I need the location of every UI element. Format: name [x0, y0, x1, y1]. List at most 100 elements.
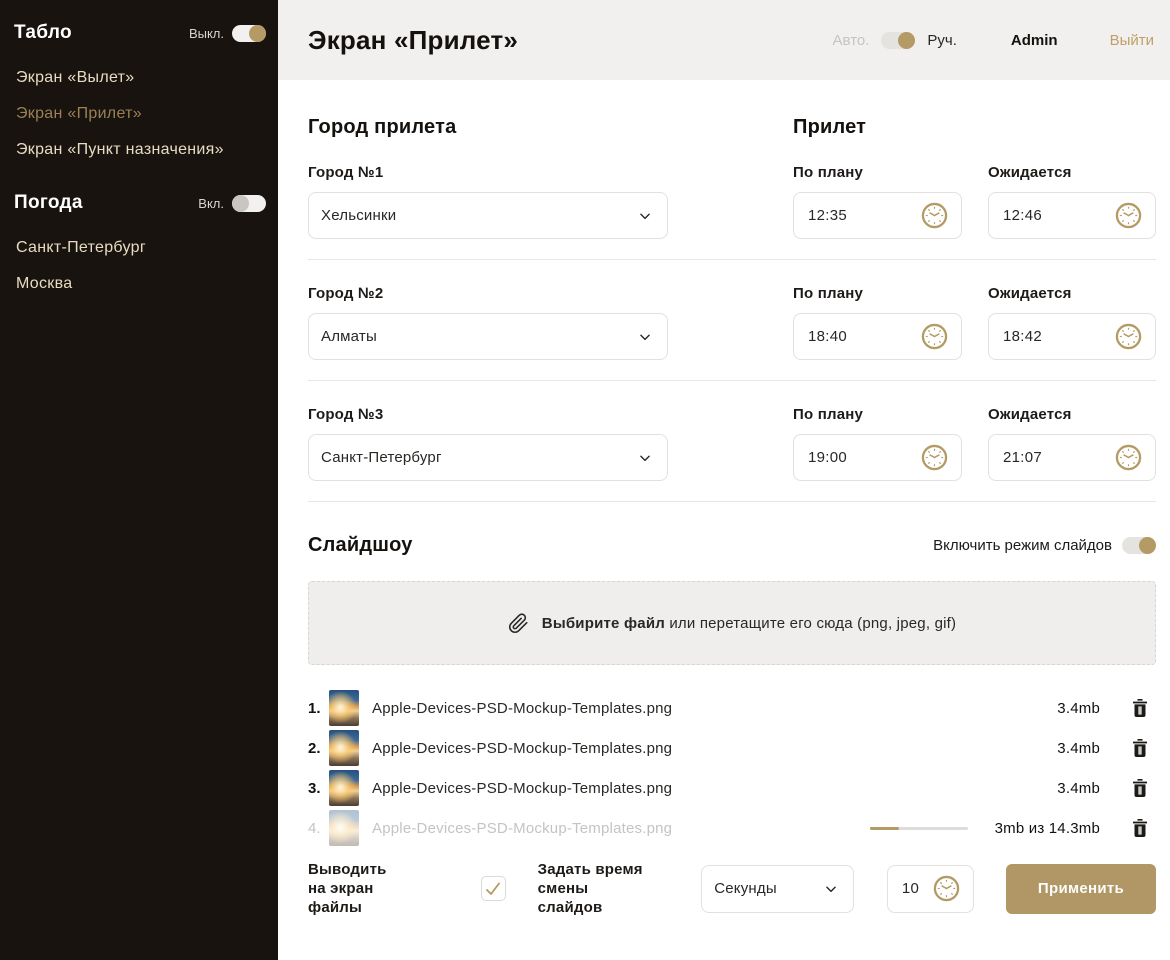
- expected1-label: Ожидается: [988, 164, 1156, 181]
- checkmark-icon: [485, 881, 501, 897]
- sidebar: Табло Выкл. Экран «Вылет» Экран «Прилет»…: [0, 0, 278, 960]
- logout-link[interactable]: Выйти: [1110, 32, 1154, 49]
- file-thumbnail: [329, 810, 359, 846]
- file-size: 3.4mb: [1057, 780, 1100, 797]
- plan2-label: По плану: [793, 285, 962, 302]
- time-unit-select[interactable]: Секунды: [701, 865, 854, 913]
- trash-icon[interactable]: [1132, 779, 1148, 797]
- trash-icon[interactable]: [1132, 699, 1148, 717]
- arrival-row-2: Город №2 Алматы По плану 18:40 Ожидается…: [308, 260, 1156, 380]
- slideshow-controls: Выводить на экран файлы Задать время сме…: [308, 860, 1156, 917]
- city3-select[interactable]: Санкт-Петербург: [308, 434, 668, 481]
- expected3-time-input[interactable]: 21:07: [988, 434, 1156, 481]
- clock-icon: [1115, 444, 1142, 471]
- city1-select[interactable]: Хельсинки: [308, 192, 668, 239]
- plan3-time-input[interactable]: 19:00: [793, 434, 962, 481]
- mode-auto-label: Авто.: [833, 32, 870, 49]
- expected1-value: 12:46: [1003, 207, 1042, 224]
- file-name: Apple-Devices-PSD-Mockup-Templates.png: [372, 780, 1057, 797]
- chevron-down-icon: [638, 451, 652, 465]
- chevron-down-icon: [824, 882, 838, 896]
- page-title: Экран «Прилет»: [308, 25, 518, 56]
- file-list: 1. Apple-Devices-PSD-Mockup-Templates.pn…: [308, 688, 1156, 848]
- paperclip-icon: [508, 613, 529, 634]
- dropzone-text-rest: или перетащите его сюда (png, jpeg, gif): [669, 615, 956, 632]
- topbar: Экран «Прилет» Авто. Руч. Admin Выйти: [278, 0, 1170, 80]
- sidebar-item-saint-petersburg[interactable]: Санкт-Петербург: [14, 230, 266, 266]
- expected2-value: 18:42: [1003, 328, 1042, 345]
- expected3-label: Ожидается: [988, 406, 1156, 423]
- file-row-4-uploading: 4. Apple-Devices-PSD-Mockup-Templates.pn…: [308, 808, 1156, 848]
- expected2-time-input[interactable]: 18:42: [988, 313, 1156, 360]
- sidebar-weather-header: Погода Вкл.: [14, 192, 266, 214]
- file-size: 3.4mb: [1057, 740, 1100, 757]
- board-toggle-knob: [249, 25, 266, 42]
- mode-toggle[interactable]: [881, 32, 915, 49]
- file-thumbnail: [329, 730, 359, 766]
- city2-value: Алматы: [321, 328, 377, 345]
- plan1-value: 12:35: [808, 207, 847, 224]
- slideshow-heading: Слайдшоу: [308, 534, 413, 557]
- upload-progress-bar: [870, 827, 968, 830]
- expected1-time-input[interactable]: 12:46: [988, 192, 1156, 239]
- arrival-row-3: Город №3 Санкт-Петербург По плану 19:00 …: [308, 381, 1156, 501]
- expected3-value: 21:07: [1003, 449, 1042, 466]
- file-upload-size: 3mb из 14.3mb: [995, 820, 1100, 837]
- file-thumbnail: [329, 690, 359, 726]
- slideshow-toggle[interactable]: [1122, 537, 1156, 554]
- upload-progress-fill: [870, 827, 899, 830]
- board-toggle-label: Выкл.: [189, 26, 224, 41]
- city2-select[interactable]: Алматы: [308, 313, 668, 360]
- file-row-3: 3. Apple-Devices-PSD-Mockup-Templates.pn…: [308, 768, 1156, 808]
- arrival-row-1: Город №1 Хельсинки По плану 12:35 Ожидае…: [308, 139, 1156, 259]
- city3-label: Город №3: [308, 406, 668, 423]
- plan1-label: По плану: [793, 164, 962, 181]
- trash-icon[interactable]: [1132, 739, 1148, 757]
- arrival-city-heading: Город прилета: [308, 116, 456, 138]
- time-unit-value: Секунды: [714, 880, 777, 897]
- file-name: Apple-Devices-PSD-Mockup-Templates.png: [372, 700, 1057, 717]
- apply-button[interactable]: Применить: [1006, 864, 1156, 914]
- trash-icon[interactable]: [1132, 819, 1148, 837]
- file-thumbnail: [329, 770, 359, 806]
- file-number: 3.: [308, 780, 329, 797]
- plan1-time-input[interactable]: 12:35: [793, 192, 962, 239]
- display-files-label: Выводить на экран файлы: [308, 860, 421, 917]
- weather-toggle-knob: [232, 195, 249, 212]
- sidebar-board-title: Табло: [14, 22, 72, 44]
- sidebar-item-departure-screen[interactable]: Экран «Вылет»: [14, 60, 266, 96]
- city3-value: Санкт-Петербург: [321, 449, 442, 466]
- interval-input[interactable]: 10: [887, 865, 974, 913]
- board-toggle[interactable]: [232, 25, 266, 42]
- weather-toggle[interactable]: [232, 195, 266, 212]
- arrival-heading: Прилет: [793, 116, 866, 138]
- dropzone-text: Выбирите файл или перетащите его сюда (p…: [542, 615, 956, 632]
- mode-manual-label: Руч.: [927, 32, 957, 49]
- clock-icon: [921, 202, 948, 229]
- display-files-checkbox[interactable]: [481, 876, 506, 901]
- plan3-value: 19:00: [808, 449, 847, 466]
- sidebar-board-header: Табло Выкл.: [14, 22, 266, 44]
- file-dropzone[interactable]: Выбирите файл или перетащите его сюда (p…: [308, 581, 1156, 665]
- divider: [308, 501, 1156, 502]
- file-row-2: 2. Apple-Devices-PSD-Mockup-Templates.pn…: [308, 728, 1156, 768]
- city1-label: Город №1: [308, 164, 668, 181]
- file-row-1: 1. Apple-Devices-PSD-Mockup-Templates.pn…: [308, 688, 1156, 728]
- sidebar-weather-title: Погода: [14, 192, 83, 214]
- file-name: Apple-Devices-PSD-Mockup-Templates.png: [372, 740, 1057, 757]
- expected2-label: Ожидается: [988, 285, 1156, 302]
- city1-value: Хельсинки: [321, 207, 396, 224]
- sidebar-item-destination-screen[interactable]: Экран «Пункт назначения»: [14, 132, 266, 168]
- clock-icon: [933, 875, 960, 902]
- plan2-value: 18:40: [808, 328, 847, 345]
- sidebar-weather-links: Санкт-Петербург Москва: [14, 230, 266, 302]
- file-name: Apple-Devices-PSD-Mockup-Templates.png: [372, 820, 870, 837]
- city2-label: Город №2: [308, 285, 668, 302]
- file-number: 2.: [308, 740, 329, 757]
- clock-icon: [921, 323, 948, 350]
- weather-toggle-label: Вкл.: [198, 196, 224, 211]
- plan2-time-input[interactable]: 18:40: [793, 313, 962, 360]
- sidebar-item-arrival-screen[interactable]: Экран «Прилет»: [14, 96, 266, 132]
- sidebar-item-moscow[interactable]: Москва: [14, 266, 266, 302]
- clock-icon: [1115, 323, 1142, 350]
